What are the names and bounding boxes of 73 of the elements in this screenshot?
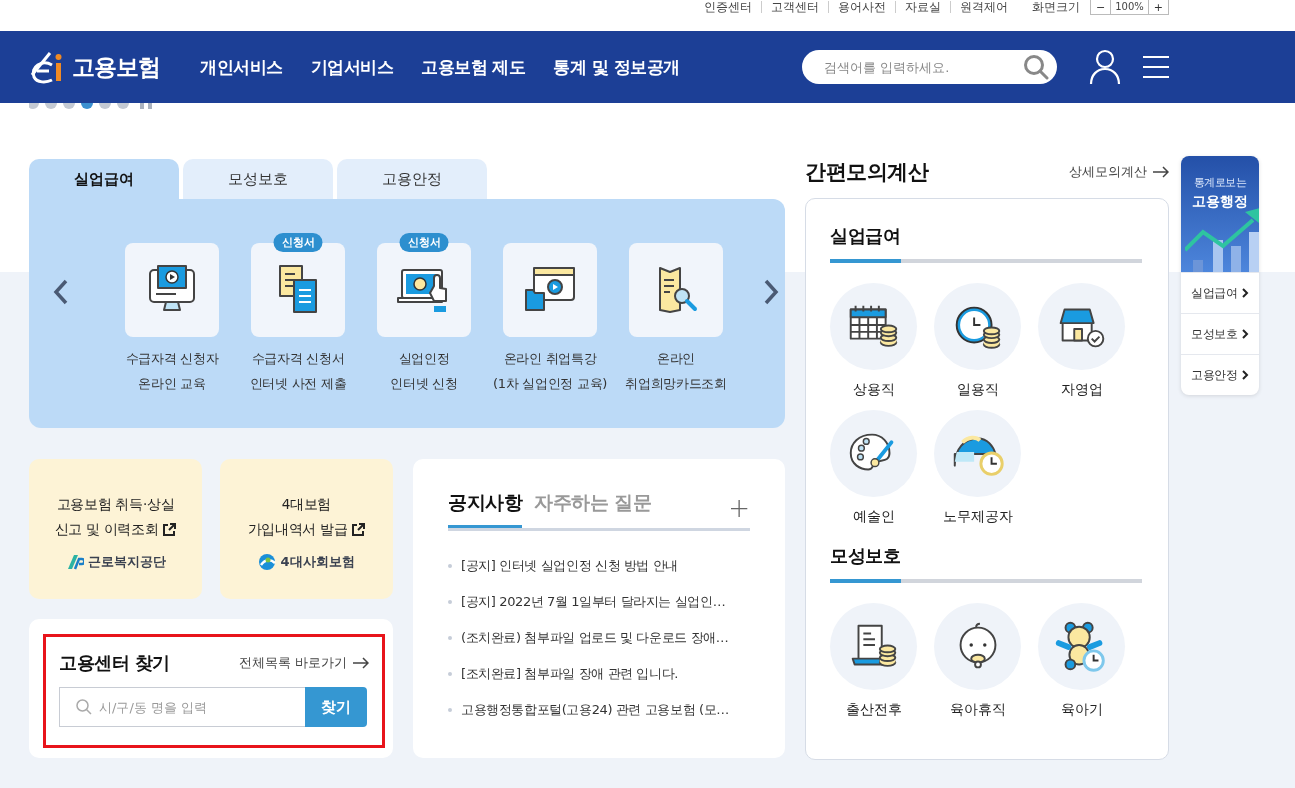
category-heading: 모성보호 [830, 544, 901, 568]
section-title: 간편모의계산 [805, 159, 928, 186]
link-card-text: 신고 및 이력조회 [54, 520, 159, 539]
category-label[interactable]: 노무제공자 [934, 508, 1021, 526]
utility-link[interactable]: 고객센터 [770, 0, 819, 15]
link-card[interactable]: 4대보험 가입내역서 발급 4대사회보험 [220, 459, 393, 599]
statistics-link[interactable]: 모성보호 [1181, 313, 1259, 354]
nav-link[interactable]: 개인서비스 [200, 55, 283, 79]
search-icon [76, 699, 92, 715]
arrow-right-icon [353, 657, 369, 669]
service-tab[interactable]: 모성보호 [183, 159, 333, 199]
form-badge: 신청서 [399, 233, 449, 252]
organization-name: 근로복지공단 [87, 553, 166, 571]
category-label[interactable]: 일용직 [934, 381, 1021, 399]
service-card[interactable] [503, 243, 597, 337]
menu-icon[interactable] [1143, 55, 1169, 79]
category-label[interactable]: 예술인 [830, 508, 917, 526]
chevron-right-icon [1242, 370, 1249, 380]
user-icon[interactable] [1089, 49, 1121, 85]
notice-link[interactable]: 고용행정통합포털(고용24) 관련 고용보험 (모… [461, 701, 729, 719]
organization-logo-icon [258, 553, 277, 571]
link-card-text: 고용보험 취득·상실 [56, 495, 175, 514]
organization-name: 4대사회보험 [280, 553, 355, 571]
link-card-text: 가입내역서 발급 [247, 520, 348, 539]
utility-link[interactable]: 인증센터 [703, 0, 752, 15]
service-tab[interactable]: 실업급여 [29, 159, 179, 199]
statistics-banner[interactable]: 통계로보는 고용행정 [1181, 156, 1259, 272]
organization-logo-icon [65, 553, 84, 571]
statistics-link[interactable]: 고용안정 [1181, 354, 1259, 395]
more-button[interactable]: + [728, 496, 750, 528]
category-label[interactable]: 상용직 [830, 381, 917, 399]
service-label[interactable]: 실업인정 인터넷 신청 [390, 346, 458, 396]
search-icon[interactable] [1023, 54, 1049, 80]
notice-link[interactable]: [조치완료] 첨부파일 장애 관련 입니다. [461, 665, 678, 683]
arrow-right-icon [1153, 166, 1169, 178]
utility-link[interactable]: 자료실 [904, 0, 941, 15]
chevron-right-icon [1242, 288, 1249, 298]
chevron-right-icon [1242, 329, 1249, 339]
statistics-link[interactable]: 실업급여 [1181, 272, 1259, 313]
category-heading: 실업급여 [830, 224, 901, 248]
category-label[interactable]: 출산전후 [830, 701, 917, 719]
service-label[interactable]: 온라인 취업특강 (1차 실업인정 교육) [492, 346, 608, 396]
service-label[interactable]: 수급자격 신청자 온라인 교육 [125, 346, 219, 396]
section-title: 고용센터 찾기 [59, 651, 170, 675]
service-tab[interactable]: 고용안정 [337, 159, 487, 199]
nav-link[interactable]: 통계 및 정보공개 [553, 55, 680, 79]
notice-link[interactable]: [공지] 인터넷 실업인정 신청 방법 안내 [461, 557, 678, 575]
service-label[interactable]: 온라인 취업희망카드조회 [625, 346, 727, 396]
service-card[interactable] [125, 243, 219, 337]
notice-tab[interactable]: 공지사항 [448, 487, 522, 528]
external-link-icon [162, 522, 177, 537]
utility-link[interactable]: 원격제어 [959, 0, 1008, 15]
service-label[interactable]: 수급자격 신청서 인터넷 사전 제출 [249, 346, 347, 396]
notice-link[interactable]: [공지] 2022년 7월 1일부터 달라지는 실업인… [461, 593, 726, 611]
center-search-field[interactable]: 시/구/동 명을 입력 [59, 687, 305, 727]
utility-link[interactable]: 용어사전 [837, 0, 886, 15]
category-label[interactable]: 육아휴직 [934, 701, 1021, 719]
zoom-value: 100% [1110, 0, 1149, 14]
category-label[interactable]: 자영업 [1038, 381, 1125, 399]
service-card[interactable] [629, 243, 723, 337]
link-card[interactable]: 고용보험 취득·상실 신고 및 이력조회 근로복지공단 [29, 459, 202, 599]
form-badge: 신청서 [273, 233, 323, 252]
nav-link[interactable]: 기업서비스 [310, 55, 393, 79]
all-list-link[interactable]: 전체목록 바로가기 [238, 654, 369, 672]
nav-link[interactable]: 고용보험 제도 [421, 55, 526, 79]
external-link-icon [351, 522, 366, 537]
notice-link[interactable]: (조치완료) 첨부파일 업로드 및 다운로드 장애… [461, 629, 729, 647]
search-field[interactable]: 검색어를 입력하세요. [802, 50, 1057, 84]
logo-text[interactable]: 고용보험 [72, 51, 160, 83]
link-card-text: 4대보험 [281, 495, 332, 514]
category-label[interactable]: 육아기 [1038, 701, 1125, 719]
font-size-label: 화면크기 [1031, 0, 1080, 15]
detail-calculation-link[interactable]: 상세모의계산 [1069, 163, 1169, 181]
